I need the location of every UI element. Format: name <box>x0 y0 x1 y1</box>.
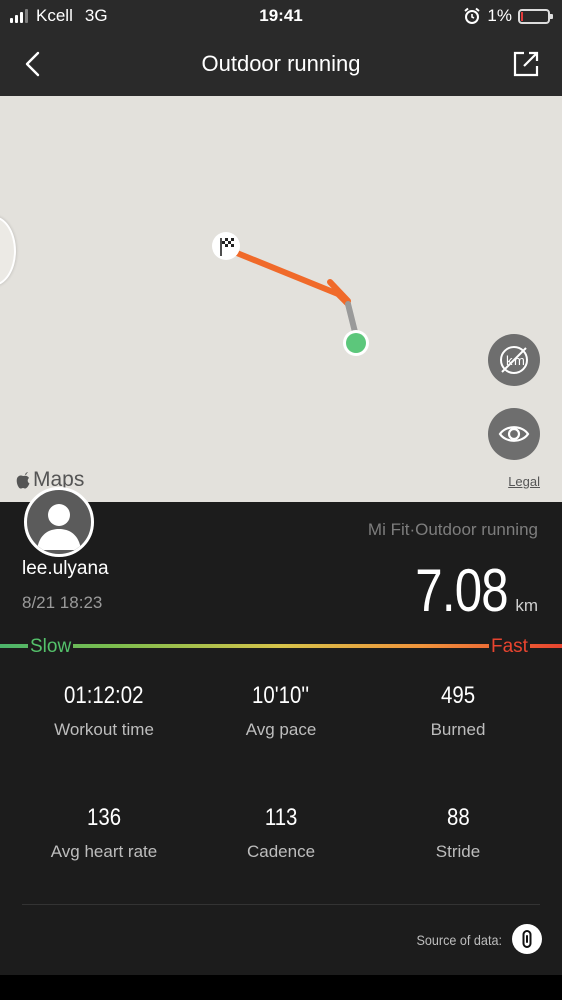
finish-flag-marker <box>212 232 240 260</box>
stat-label: Avg heart rate <box>50 842 158 861</box>
km-markers-toggle[interactable]: k m <box>488 334 540 386</box>
stat-burned: 495 Burned <box>368 682 548 740</box>
pace-gradient-bar <box>0 644 562 648</box>
stat-value: 495 <box>440 682 476 709</box>
distance-unit: km <box>515 596 538 615</box>
workout-source: Mi Fit·Outdoor running <box>367 520 538 539</box>
stat-label: Avg pace <box>245 720 317 739</box>
stat-avg-heart-rate: 136 Avg heart rate <box>14 804 194 862</box>
battery-icon <box>518 8 553 24</box>
route-line <box>229 248 341 297</box>
share-button[interactable] <box>510 48 542 80</box>
stat-value: 113 <box>264 804 298 831</box>
eye-icon <box>498 426 530 442</box>
stat-value: 136 <box>86 804 122 831</box>
distance-value: 7.08 <box>414 557 508 624</box>
stat-value: 88 <box>446 804 470 831</box>
km-off-icon: k m <box>500 346 528 374</box>
stat-cadence: 113 Cadence <box>191 804 371 862</box>
source-device-button[interactable] <box>512 924 542 954</box>
avatar[interactable] <box>24 487 94 557</box>
divider <box>22 904 540 905</box>
distance: 7.08 km <box>395 556 538 625</box>
user-silhouette-icon <box>37 504 81 550</box>
device-icon <box>522 930 532 948</box>
workout-datetime: 8/21 18:23 <box>22 593 103 612</box>
stat-label: Cadence <box>246 842 316 861</box>
page-title: Outdoor running <box>201 51 361 76</box>
pace-slow-label: Slow <box>28 636 74 658</box>
share-icon <box>513 51 539 77</box>
home-indicator-area <box>0 975 562 1000</box>
stat-stride: 88 Stride <box>368 804 548 862</box>
username: lee.ulyana <box>22 558 109 579</box>
status-right: 1% <box>463 6 553 26</box>
battery-percent: 1% <box>487 6 512 25</box>
stat-value: 10'10'' <box>252 682 310 709</box>
alarm-clock-icon <box>464 7 481 24</box>
stat-label: Burned <box>430 720 486 739</box>
stat-avg-pace: 10'10'' Avg pace <box>191 682 371 740</box>
stat-label: Workout time <box>54 720 154 739</box>
nav-bar: Outdoor running <box>0 32 562 96</box>
pace-fast-label: Fast <box>489 636 530 658</box>
stat-value: 01:12:02 <box>64 682 144 709</box>
visibility-toggle[interactable] <box>488 408 540 460</box>
route-map[interactable]: k m Maps Legal <box>0 96 562 502</box>
route-overlay <box>212 232 369 356</box>
stat-label: Stride <box>435 842 481 861</box>
source-of-data-label: Source of data: <box>416 932 502 948</box>
legal-link[interactable]: Legal <box>508 474 540 489</box>
start-point-marker <box>343 330 369 356</box>
apple-logo-icon <box>16 471 30 489</box>
stat-workout-time: 01:12:02 Workout time <box>14 682 194 740</box>
status-bar: Kcell 3G 19:41 1% <box>0 0 562 32</box>
